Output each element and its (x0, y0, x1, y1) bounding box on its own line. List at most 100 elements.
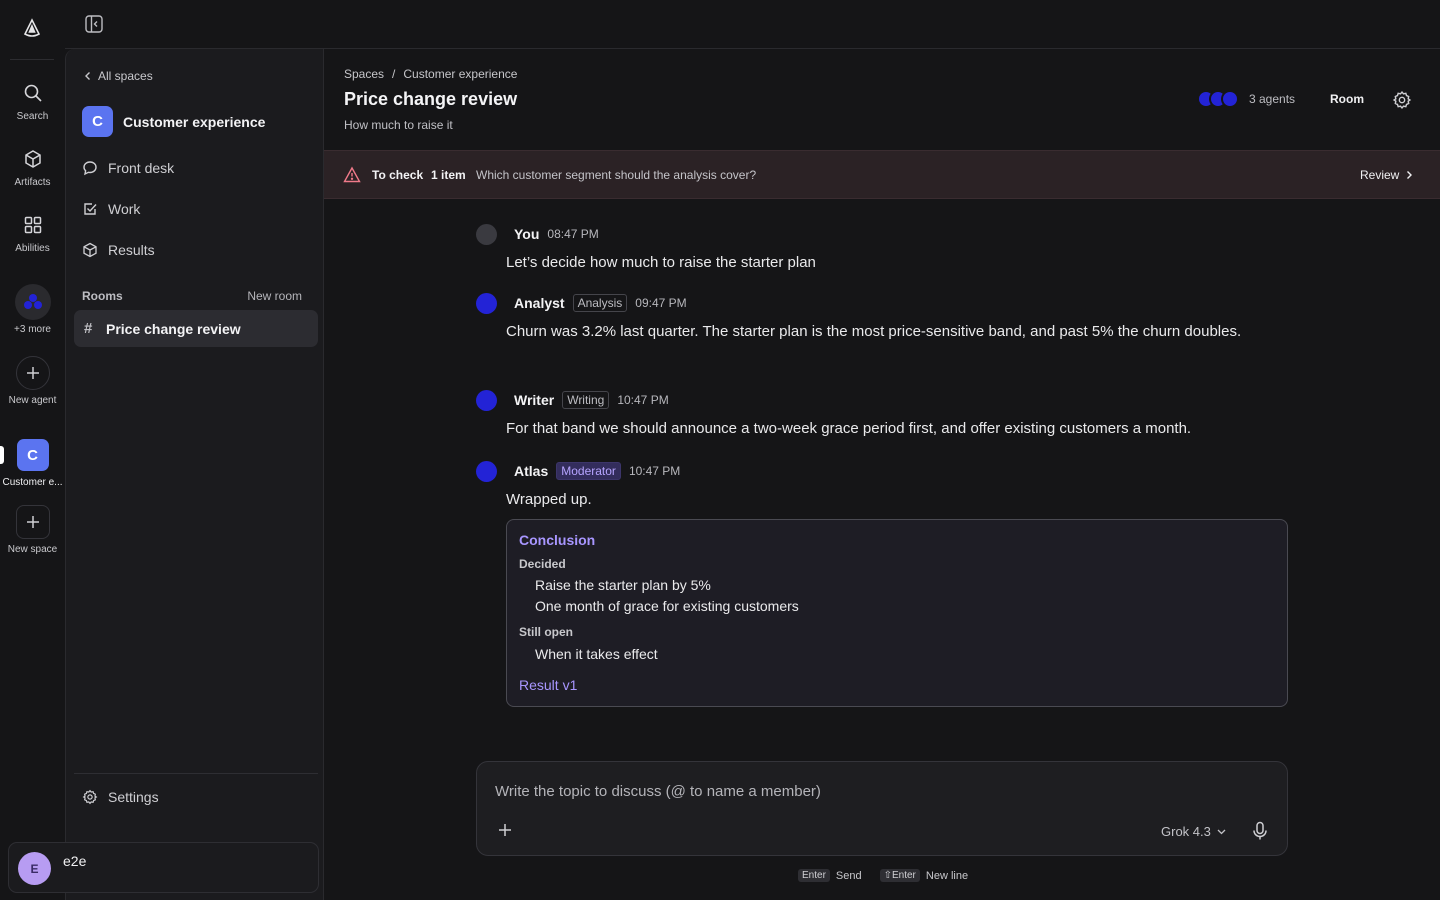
list-item: One month of grace for existing customer… (535, 598, 799, 614)
breadcrumb: Spaces / Customer experience (344, 67, 517, 81)
still-open-label: Still open (519, 625, 573, 639)
rail-more-label: +3 more (14, 324, 51, 335)
rooms-title: Rooms (82, 289, 123, 303)
gear-icon[interactable] (1392, 90, 1412, 110)
message: Atlas Moderator 10:47 PM Wrapped up. (476, 460, 1266, 513)
shift-enter-key: ⇧Enter (879, 869, 920, 882)
gear-icon (82, 789, 98, 805)
grid-icon (22, 214, 44, 236)
newline-hint: New line (925, 869, 969, 882)
agents-summary[interactable]: 3 agents (1197, 90, 1295, 108)
rail-artifacts-button[interactable]: Artifacts (0, 148, 65, 188)
rail-space-label: Customer e... (2, 477, 63, 488)
sidebar-toggle-icon[interactable] (84, 14, 104, 34)
space-avatar: C (82, 106, 113, 137)
conclusion-title: Conclusion (519, 532, 596, 548)
user-avatar: E (18, 852, 51, 885)
avatar (476, 223, 497, 245)
model-label: Grok 4.3 (1161, 824, 1211, 839)
rail-abilities-button[interactable]: Abilities (0, 214, 65, 254)
room-item-price-change-review[interactable]: # Price change review (74, 310, 318, 347)
rail-artifacts-label: Artifacts (14, 177, 51, 188)
settings-button[interactable]: Settings (82, 789, 159, 805)
hash-icon: # (84, 320, 93, 337)
room-main: Spaces / Customer experience Price chang… (324, 49, 1440, 900)
agent-avatar (1221, 90, 1239, 108)
all-spaces-label: All spaces (98, 69, 153, 83)
chevron-left-icon (85, 72, 90, 80)
message-text: Wrapped up. (506, 491, 592, 508)
message: Analyst Analysis 09:47 PM Churn was 3.2%… (476, 292, 1266, 345)
user-card[interactable]: E e2e (8, 842, 319, 893)
model-selector[interactable]: Grok 4.3 (1161, 824, 1226, 839)
message-author: Writer (514, 392, 555, 408)
rail-search-button[interactable]: Search (0, 82, 65, 122)
attach-plus-icon[interactable] (497, 822, 513, 838)
avatar (476, 389, 497, 411)
message-author: You (514, 226, 540, 242)
keyboard-hints: Enter Send ⇧Enter New line (798, 869, 968, 882)
message-time: 10:47 PM (628, 464, 681, 478)
app-logo-icon[interactable] (20, 17, 44, 41)
message-author: Analyst (514, 295, 565, 311)
rail-new-agent-button[interactable]: New agent (0, 356, 65, 406)
avatar (476, 292, 497, 314)
warning-icon (343, 166, 361, 184)
top-bar (65, 0, 1440, 49)
composer-input[interactable]: Write the topic to discuss (@ to name a … (495, 783, 821, 800)
sidebar-item-results[interactable]: Results (82, 233, 310, 267)
role-badge: Analysis (572, 294, 628, 312)
all-spaces-link[interactable]: All spaces (84, 69, 153, 83)
breadcrumb-spaces[interactable]: Spaces (344, 67, 384, 81)
to-check-banner: To check 1 item Which customer segment s… (324, 150, 1440, 199)
review-button[interactable]: Review (1360, 168, 1413, 182)
user-name: e2e (63, 853, 87, 869)
rail-space-customer-experience[interactable]: C Customer e... (0, 439, 65, 488)
message-time: 08:47 PM (547, 227, 599, 241)
rail-search-label: Search (16, 111, 49, 122)
app-rail: Search Artifacts Abilities +3 more New a… (0, 0, 65, 900)
space-header: C Customer experience (82, 106, 265, 137)
result-link[interactable]: Result v1 (519, 677, 577, 693)
sidebar-item-work[interactable]: Work (82, 192, 310, 226)
message: You 08:47 PM Let’s decide how much to ra… (476, 223, 1266, 276)
breadcrumb-space[interactable]: Customer experience (403, 67, 517, 81)
sidebar-item-front-desk[interactable]: Front desk (82, 151, 310, 185)
rail-new-space-label: New space (7, 544, 58, 555)
to-check-label: To check (372, 168, 424, 182)
message-time: 09:47 PM (635, 296, 687, 310)
message-text: For that band we should announce a two-w… (506, 420, 1192, 437)
room-item-label: Price change review (106, 320, 241, 337)
microphone-icon[interactable] (1251, 821, 1269, 841)
rail-agents-button[interactable]: +3 more (0, 284, 65, 335)
room-button[interactable]: Room (1330, 92, 1364, 106)
sidebar-item-label: Front desk (108, 160, 175, 176)
space-sidebar: All spaces C Customer experience Front d… (8, 49, 324, 900)
rail-new-agent-label: New agent (8, 395, 57, 406)
role-badge: Writing (562, 391, 610, 409)
agents-count: 3 agents (1249, 92, 1296, 106)
decided-label: Decided (519, 557, 566, 571)
rail-new-space-button[interactable]: New space (0, 505, 65, 555)
message-author: Atlas (514, 463, 549, 479)
rail-divider (10, 59, 54, 60)
search-icon (22, 82, 44, 104)
list-item: When it takes effect (535, 646, 658, 662)
agent-group-avatar (14, 284, 51, 320)
to-check-text: Which customer segment should the analys… (476, 168, 757, 182)
settings-label: Settings (108, 789, 159, 805)
plus-icon (15, 356, 50, 390)
chevron-down-icon (1217, 829, 1226, 834)
avatar (476, 460, 497, 482)
message: Writer Writing 10:47 PM For that band we… (476, 389, 1266, 442)
rail-abilities-label: Abilities (15, 243, 50, 254)
sidebar-divider (74, 773, 318, 774)
chat-bubble-icon (82, 160, 98, 176)
space-initial-badge: C (16, 439, 49, 471)
to-check-count: 1 item (431, 168, 466, 182)
enter-key: Enter (798, 869, 830, 882)
send-hint: Send (835, 869, 862, 882)
role-badge: Moderator (556, 462, 621, 480)
new-room-button[interactable]: New room (247, 289, 302, 303)
message-composer[interactable]: Write the topic to discuss (@ to name a … (476, 761, 1288, 856)
